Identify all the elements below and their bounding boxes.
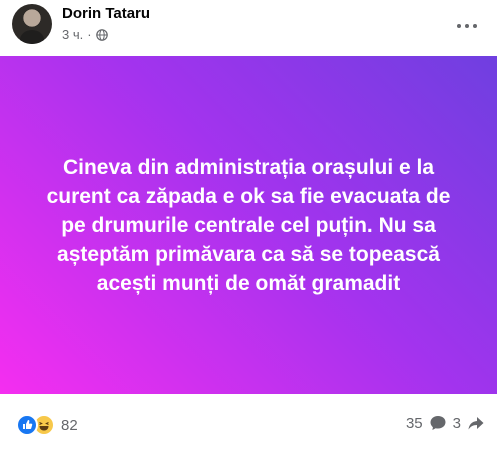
post-footer: 82 35 3 — [0, 394, 497, 451]
like-icon — [16, 414, 38, 436]
comments-count[interactable]: 35 — [406, 415, 423, 432]
avatar[interactable] — [12, 4, 52, 44]
post-header: Dorin Tataru 3 ч. · — [0, 0, 497, 56]
meta-separator: · — [87, 27, 92, 42]
engagement-stats: 35 3 — [406, 414, 485, 432]
comment-icon[interactable] — [429, 414, 447, 432]
post-background: Cineva din administrația orașului e la c… — [0, 56, 497, 394]
author-name[interactable]: Dorin Tataru — [62, 5, 150, 22]
share-icon[interactable] — [467, 414, 485, 432]
more-options-icon[interactable] — [449, 8, 485, 44]
post-meta: 3 ч. · — [62, 27, 108, 42]
reactions-summary[interactable]: 82 — [16, 414, 78, 436]
shares-count[interactable]: 3 — [453, 415, 461, 432]
globe-icon[interactable] — [95, 28, 108, 41]
post-text: Cineva din administrația orașului e la c… — [46, 155, 451, 295]
reactions-count[interactable]: 82 — [61, 417, 78, 434]
post-time[interactable]: 3 ч. — [62, 27, 83, 42]
